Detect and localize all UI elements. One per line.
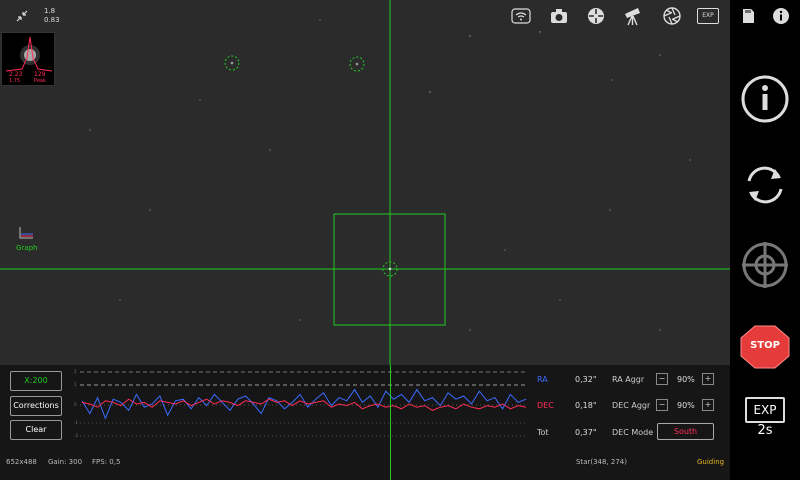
ra-aggr-plus-button[interactable]: + — [702, 373, 714, 385]
info-icon[interactable] — [740, 74, 790, 124]
wifi-icon[interactable] — [511, 7, 531, 25]
clear-button[interactable]: Clear — [10, 420, 62, 440]
profile-hfd: 2.23 — [9, 71, 23, 78]
camera-view[interactable]: 1.8 0.83 2.23 1.75 129 Peak Graph EXP — [0, 0, 730, 365]
star-position-text: Star(348, 274) — [576, 458, 627, 466]
resolution-text: 652x488 — [6, 458, 37, 466]
star-profile-thumbnail[interactable]: 2.23 1.75 129 Peak — [1, 32, 55, 86]
dec-aggr-minus-button[interactable]: − — [656, 399, 668, 411]
ra-label: RA — [537, 375, 548, 384]
crosshair-target-icon[interactable] — [740, 240, 790, 290]
graph-tick: 1 — [74, 382, 77, 387]
exposure-button-icon: EXP — [745, 397, 785, 423]
dec-mode-select[interactable]: South — [657, 423, 714, 440]
ra-aggr-label: RA Aggr — [612, 375, 645, 384]
camera-icon[interactable] — [549, 7, 569, 25]
ra-aggr-value: 90% — [677, 375, 695, 384]
ra-aggr-minus-button[interactable]: − — [656, 373, 668, 385]
graph-tick: -1 — [74, 420, 78, 425]
ra-value: 0,32" — [575, 375, 597, 384]
collapse-icon[interactable] — [14, 8, 30, 24]
gain-text: Gain: 300 — [48, 458, 83, 466]
info-small-icon[interactable] — [772, 7, 790, 25]
sd-card-icon[interactable] — [740, 8, 756, 24]
refresh-icon[interactable] — [739, 159, 791, 211]
guide-graph — [80, 371, 528, 437]
scale-top: 1.8 — [44, 7, 56, 15]
graph-icon — [19, 227, 33, 239]
star-field — [0, 0, 730, 365]
corrections-button[interactable]: Corrections — [10, 396, 62, 416]
graph-tick: 2 — [74, 369, 77, 374]
profile-peak-value: 129 — [34, 71, 46, 78]
stop-button[interactable]: STOP — [740, 325, 790, 369]
dec-label: DEC — [537, 401, 554, 410]
graph-scale-button[interactable]: X:200 — [10, 371, 62, 391]
dec-value: 0,18" — [575, 401, 597, 410]
tot-label: Tot — [537, 428, 549, 437]
right-sidebar: STOP EXP 2s — [730, 0, 800, 480]
aperture-icon[interactable] — [662, 6, 682, 26]
graph-tick: -2 — [74, 433, 78, 438]
ra-series-line — [81, 388, 527, 420]
telescope-icon[interactable] — [622, 5, 644, 27]
profile-peak-label: Peak — [34, 78, 46, 84]
dec-aggr-label: DEC Aggr — [612, 401, 651, 410]
profile-fwhm: 1.75 — [9, 78, 21, 84]
scale-bottom: 0.83 — [44, 16, 60, 24]
target-icon[interactable] — [586, 6, 606, 26]
guiding-panel: X:200 Corrections Clear 2 1 0 -1 -2 RA 0… — [0, 365, 730, 480]
graph-label: Graph — [16, 244, 38, 252]
exposure-icon[interactable]: EXP — [697, 8, 719, 24]
exposure-icon-label: EXP — [702, 12, 714, 19]
dec-aggr-value: 90% — [677, 401, 695, 410]
tot-value: 0,37" — [575, 428, 597, 437]
graph-tick: 0 — [74, 402, 77, 407]
exposure-button[interactable]: EXP 2s — [745, 397, 785, 441]
exposure-value: 2s — [757, 423, 773, 438]
fps-text: FPS: 0,5 — [92, 458, 121, 466]
guiding-status: Guiding — [697, 458, 725, 466]
dec-aggr-plus-button[interactable]: + — [702, 399, 714, 411]
crosshair-vertical-extension — [390, 365, 391, 480]
graph-toggle[interactable]: Graph — [14, 226, 40, 256]
stop-label: STOP — [750, 340, 780, 351]
dec-mode-label: DEC Mode — [612, 428, 654, 437]
